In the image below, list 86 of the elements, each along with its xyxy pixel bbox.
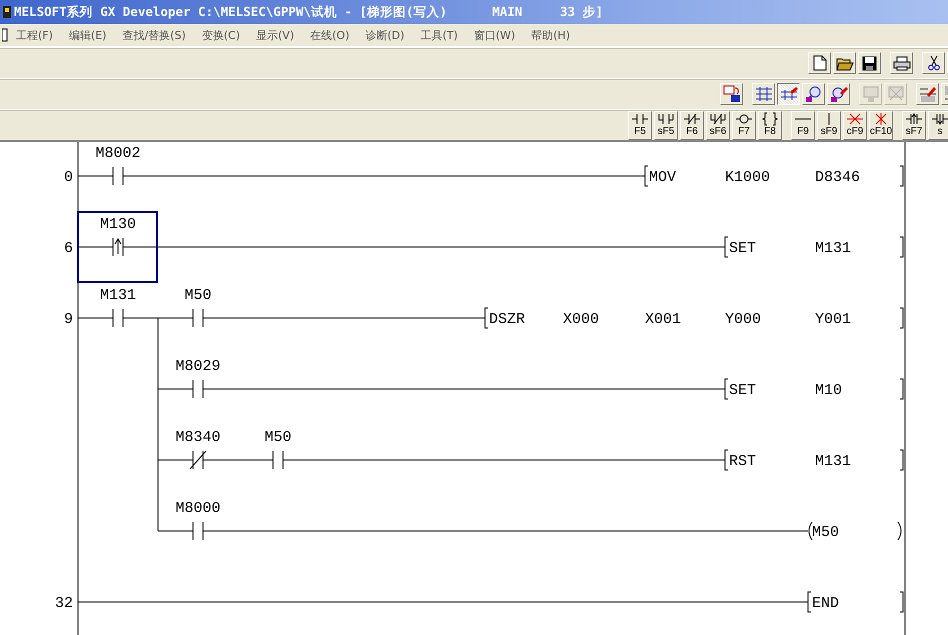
parallel-contact-icon: [657, 112, 675, 126]
window-title: MELSOFT系列 GX Developer C:\MELSEC\GPPW\试机 - [梯形图(写入) MAIN 33 步]: [14, 4, 604, 21]
horizontal-line-icon: [795, 118, 811, 120]
device-label: M130: [100, 216, 136, 233]
ladder-pencil-icon: [780, 86, 798, 102]
contact-icon: [631, 112, 649, 126]
operand-text: K1000: [725, 169, 770, 186]
monitor-crossed-icon: [886, 85, 904, 103]
contact-symbol[interactable]: [112, 166, 124, 186]
open-folder-icon: [836, 56, 854, 70]
new-file-icon: [812, 55, 826, 71]
contact-symbol[interactable]: [192, 522, 204, 540]
ladder-symbol-button[interactable]: sF5: [654, 110, 678, 140]
operand-text: Y000: [725, 311, 762, 328]
device-label: M50: [264, 429, 292, 446]
toolbar-button[interactable]: [777, 83, 800, 105]
menu-item[interactable]: 编辑(E): [60, 28, 114, 43]
menu-item[interactable]: 窗口(W): [466, 28, 524, 43]
step-number: 6: [64, 240, 73, 257]
scissors-icon: [928, 55, 940, 71]
ladder-icon: [754, 86, 772, 102]
ladder-symbol-button[interactable]: sF6: [706, 110, 730, 140]
document-icon: [2, 28, 8, 42]
grid-pencil-icon: [918, 85, 936, 103]
device-label: M131: [100, 287, 136, 304]
ladder-symbol-button[interactable]: F6: [680, 110, 704, 140]
instruction-name: M50: [812, 524, 840, 541]
coil-right-paren: [898, 522, 902, 540]
operand-text: M10: [815, 382, 842, 399]
ladder-list-icon: [722, 85, 740, 103]
instruction-name: DSZR: [489, 311, 526, 328]
app-icon: [2, 5, 12, 20]
menu-item[interactable]: 帮助(H): [523, 28, 578, 43]
ladder-symbol-button[interactable]: cF10: [869, 110, 893, 140]
magnifier-icon: [804, 85, 822, 103]
menu-item[interactable]: 工具(T): [412, 28, 466, 43]
operand-text: X000: [563, 311, 600, 328]
ladder-symbol-button[interactable]: F7: [732, 110, 756, 140]
menu-item[interactable]: 诊断(D): [357, 28, 412, 43]
ladder-symbol-button[interactable]: s: [928, 110, 948, 140]
contact-symbol[interactable]: [272, 450, 284, 470]
contact-symbol[interactable]: [192, 308, 204, 328]
printer-icon: [892, 56, 910, 70]
operand-text: X001: [645, 311, 682, 328]
rising-contact-symbol[interactable]: [112, 238, 124, 256]
rising-contact-icon: [905, 112, 923, 126]
closed-contact-icon: [683, 112, 701, 126]
ladder-symbol-button[interactable]: F8: [758, 110, 782, 140]
falling-contact-icon: [931, 112, 948, 126]
parallel-closed-contact-icon: [709, 112, 727, 126]
ladder-symbol-button[interactable]: F9: [791, 110, 815, 140]
operand-text: M131: [815, 240, 852, 257]
device-label: M8002: [96, 145, 140, 162]
menu-item[interactable]: 查找/替换(S): [114, 28, 194, 43]
coil-icon: [735, 112, 753, 126]
ladder-symbol-button[interactable]: sF9: [817, 110, 841, 140]
horizontal-line-cross-icon: [846, 112, 864, 126]
ladder-symbol-button[interactable]: F5: [628, 110, 652, 140]
contact-symbol[interactable]: [192, 380, 204, 398]
brackets-icon: [761, 112, 779, 126]
magnifier-pencil-icon: [830, 85, 848, 103]
device-label: M8340: [176, 429, 220, 446]
device-label: M8029: [176, 358, 220, 375]
step-number: 9: [64, 311, 73, 328]
operand-text: D8346: [815, 169, 860, 186]
monitor-icon: [862, 85, 880, 103]
instruction-name: RST: [729, 453, 756, 470]
step-number: 32: [54, 595, 73, 612]
device-label: M50: [184, 287, 212, 304]
menu-item[interactable]: 变换(C): [194, 28, 248, 43]
ladder-symbol-button[interactable]: cF9: [843, 110, 867, 140]
device-label: M8000: [176, 500, 220, 517]
menu-item[interactable]: 在线(O): [302, 28, 358, 43]
instruction-name: SET: [729, 382, 756, 399]
instruction-name: END: [812, 595, 840, 612]
instruction-name: MOV: [649, 169, 676, 186]
instruction-name: SET: [729, 240, 756, 257]
step-number: 0: [64, 169, 73, 186]
menu-item[interactable]: 工程(F): [8, 28, 61, 43]
ladder-symbol-button[interactable]: sF7: [902, 110, 926, 140]
menu-item[interactable]: 显示(V): [248, 28, 302, 43]
contact-symbol[interactable]: [112, 308, 124, 328]
vertical-line-icon: [828, 112, 830, 124]
operand-text: Y001: [815, 311, 852, 328]
closed-contact-symbol[interactable]: [190, 450, 206, 470]
operand-text: M131: [815, 453, 852, 470]
